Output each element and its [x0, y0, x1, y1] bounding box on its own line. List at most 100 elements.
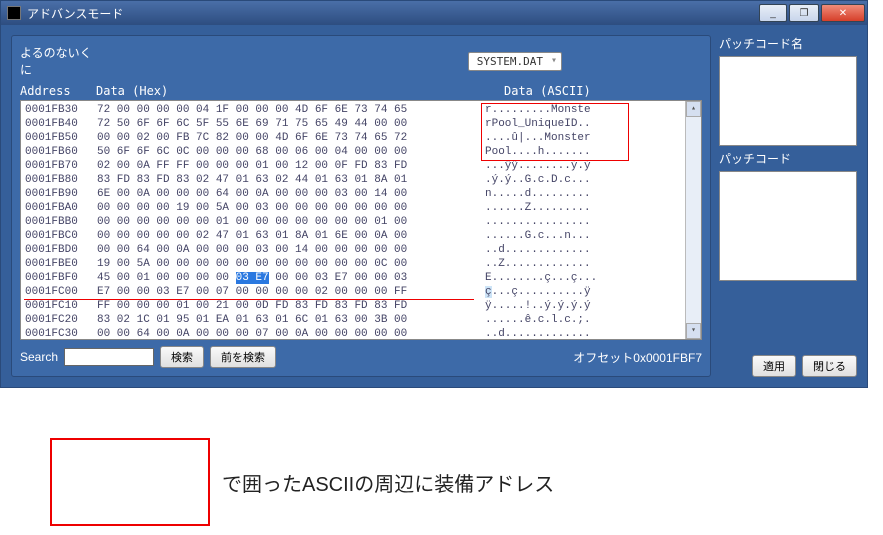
app-window: アドバンスモード _ ❐ ✕ よるのないくに SYSTEM.DAT Addres…: [0, 0, 868, 388]
scroll-down-button[interactable]: ▾: [686, 323, 701, 339]
hex-cell[interactable]: 19 00 5A 00 00 00 00 00 00 00 00 00 00 0…: [97, 257, 485, 271]
hex-cell[interactable]: 00 00 02 00 FB 7C 82 00 00 4D 6F 6E 73 7…: [97, 131, 485, 145]
apply-button[interactable]: 適用: [752, 355, 796, 377]
search-input[interactable]: [64, 348, 154, 366]
search-button[interactable]: 検索: [160, 346, 204, 368]
address-cell: 0001FB30: [25, 103, 97, 117]
ascii-cell[interactable]: E........ç...ç...: [485, 271, 697, 285]
scroll-up-button[interactable]: ▴: [686, 101, 701, 117]
patch-name-box[interactable]: [719, 56, 857, 146]
ascii-cell[interactable]: ......ê.c.l.c.;.: [485, 313, 697, 327]
address-cell: 0001FBB0: [25, 215, 97, 229]
ascii-cell[interactable]: rPool_UniqueID..: [485, 117, 697, 131]
red-underline: [24, 299, 474, 300]
hex-cell[interactable]: E7 00 00 03 E7 00 07 00 00 00 00 02 00 0…: [97, 285, 485, 299]
address-cell: 0001FB70: [25, 159, 97, 173]
window-title: アドバンスモード: [27, 5, 759, 22]
address-cell: 0001FC00: [25, 285, 97, 299]
app-icon: [7, 6, 21, 20]
ascii-cell[interactable]: ................: [485, 215, 697, 229]
address-cell: 0001FBF0: [25, 271, 97, 285]
ascii-cell[interactable]: ..Z.............: [485, 257, 697, 271]
hex-cell[interactable]: 72 00 00 00 00 04 1F 00 00 00 4D 6F 6E 7…: [97, 103, 485, 117]
ascii-cell[interactable]: ......G.c...n...: [485, 229, 697, 243]
ascii-cell[interactable]: ....û|...Monster: [485, 131, 697, 145]
hex-row[interactable]: 0001FB4072 50 6F 6F 6C 5F 55 6E 69 71 75…: [25, 117, 697, 131]
search-label: Search: [20, 350, 58, 364]
address-cell: 0001FC30: [25, 327, 97, 340]
ascii-cell[interactable]: Pool....h.......: [485, 145, 697, 159]
hex-row[interactable]: 0001FBC000 00 00 00 00 02 47 01 63 01 8A…: [25, 229, 697, 243]
hex-cell[interactable]: 83 02 1C 01 95 01 EA 01 63 01 6C 01 63 0…: [97, 313, 485, 327]
ascii-cell[interactable]: r.........Monste: [485, 103, 697, 117]
hex-row[interactable]: 0001FBA000 00 00 00 19 00 5A 00 03 00 00…: [25, 201, 697, 215]
ascii-cell[interactable]: .ý.ý..G.c.D.c...: [485, 173, 697, 187]
hex-row[interactable]: 0001FBD000 00 64 00 0A 00 00 00 03 00 14…: [25, 243, 697, 257]
ascii-cell[interactable]: n.....d.........: [485, 187, 697, 201]
hex-cell[interactable]: 00 00 00 00 00 00 01 00 00 00 00 00 00 0…: [97, 215, 485, 229]
main-panel: よるのないくに SYSTEM.DAT Address Data (Hex) Da…: [11, 35, 711, 377]
hex-row[interactable]: 0001FC3000 00 64 00 0A 00 00 00 07 00 0A…: [25, 327, 697, 340]
hex-row[interactable]: 0001FC00E7 00 00 03 E7 00 07 00 00 00 00…: [25, 285, 697, 299]
hex-cell[interactable]: 6E 00 0A 00 00 00 64 00 0A 00 00 00 03 0…: [97, 187, 485, 201]
ascii-cell[interactable]: ..d.............: [485, 327, 697, 340]
hex-cell[interactable]: 45 00 01 00 00 00 00 03 E7 00 00 03 E7 0…: [97, 271, 485, 285]
address-cell: 0001FC10: [25, 299, 97, 313]
close-button[interactable]: ✕: [821, 4, 865, 22]
ascii-cell[interactable]: ......Z.........: [485, 201, 697, 215]
hex-cell[interactable]: 00 00 00 00 19 00 5A 00 03 00 00 00 00 0…: [97, 201, 485, 215]
maximize-button[interactable]: ❐: [789, 4, 819, 22]
address-cell: 0001FBD0: [25, 243, 97, 257]
annotation-text: で囲ったASCIIの周辺に装備アドレス: [222, 468, 554, 497]
ascii-cell[interactable]: ..d.............: [485, 243, 697, 257]
hex-cell[interactable]: FF 00 00 00 01 00 21 00 0D FD 83 FD 83 F…: [97, 299, 485, 313]
ascii-cell[interactable]: ÿ.....!..ý.ý.ý.ý: [485, 299, 697, 313]
minimize-button[interactable]: _: [759, 4, 787, 22]
hex-row[interactable]: 0001FB906E 00 0A 00 00 00 64 00 0A 00 00…: [25, 187, 697, 201]
close-panel-button[interactable]: 閉じる: [802, 355, 857, 377]
search-prev-button[interactable]: 前を検索: [210, 346, 276, 368]
hex-row[interactable]: 0001FB8083 FD 83 FD 83 02 47 01 63 02 44…: [25, 173, 697, 187]
offset-display: オフセット0x0001FBF7: [573, 349, 702, 366]
hex-viewer[interactable]: 0001FB3072 00 00 00 00 04 1F 00 00 00 4D…: [20, 100, 702, 340]
patch-name-label: パッチコード名: [719, 35, 857, 52]
hex-cell[interactable]: 83 FD 83 FD 83 02 47 01 63 02 44 01 63 0…: [97, 173, 485, 187]
vertical-scrollbar[interactable]: ▴ ▾: [685, 101, 701, 339]
address-cell: 0001FBC0: [25, 229, 97, 243]
hex-row[interactable]: 0001FB6050 6F 6F 6C 0C 00 00 00 68 00 06…: [25, 145, 697, 159]
address-cell: 0001FBE0: [25, 257, 97, 271]
hex-row[interactable]: 0001FBB000 00 00 00 00 00 01 00 00 00 00…: [25, 215, 697, 229]
patch-code-label: パッチコード: [719, 150, 857, 167]
hex-cell[interactable]: 00 00 64 00 0A 00 00 00 07 00 0A 00 00 0…: [97, 327, 485, 340]
side-panel: パッチコード名 パッチコード 適用 閉じる: [719, 35, 857, 377]
patch-code-box[interactable]: [719, 171, 857, 281]
hex-cell[interactable]: 00 00 64 00 0A 00 00 00 03 00 14 00 00 0…: [97, 243, 485, 257]
hex-cell[interactable]: 72 50 6F 6F 6C 5F 55 6E 69 71 75 65 49 4…: [97, 117, 485, 131]
col-ascii: Data (ASCII): [504, 84, 591, 98]
hex-row[interactable]: 0001FC10FF 00 00 00 01 00 21 00 0D FD 83…: [25, 299, 697, 313]
titlebar[interactable]: アドバンスモード _ ❐ ✕: [1, 1, 867, 25]
annotation-row: で囲ったASCIIの周辺に装備アドレス: [0, 438, 883, 526]
hex-selection[interactable]: 03 E7: [236, 272, 269, 284]
ascii-cell[interactable]: ...ÿÿ........ý.ý: [485, 159, 697, 173]
file-dropdown[interactable]: SYSTEM.DAT: [468, 52, 562, 71]
address-cell: 0001FB90: [25, 187, 97, 201]
hex-cell[interactable]: 02 00 0A FF FF 00 00 00 01 00 12 00 0F F…: [97, 159, 485, 173]
red-empty-box: [50, 438, 210, 526]
panel-title: よるのないくに: [20, 44, 100, 78]
hex-cell[interactable]: 00 00 00 00 00 02 47 01 63 01 8A 01 6E 0…: [97, 229, 485, 243]
address-cell: 0001FBA0: [25, 201, 97, 215]
hex-row[interactable]: 0001FBE019 00 5A 00 00 00 00 00 00 00 00…: [25, 257, 697, 271]
ascii-cell[interactable]: ç...ç..........ÿ: [485, 285, 697, 299]
hex-row[interactable]: 0001FB5000 00 02 00 FB 7C 82 00 00 4D 6F…: [25, 131, 697, 145]
hex-row[interactable]: 0001FB3072 00 00 00 00 04 1F 00 00 00 4D…: [25, 103, 697, 117]
address-cell: 0001FB50: [25, 131, 97, 145]
address-cell: 0001FB80: [25, 173, 97, 187]
hex-row[interactable]: 0001FBF045 00 01 00 00 00 00 03 E7 00 00…: [25, 271, 697, 285]
address-cell: 0001FB60: [25, 145, 97, 159]
address-cell: 0001FC20: [25, 313, 97, 327]
hex-row[interactable]: 0001FC2083 02 1C 01 95 01 EA 01 63 01 6C…: [25, 313, 697, 327]
col-hex: Data (Hex): [96, 84, 504, 98]
hex-row[interactable]: 0001FB7002 00 0A FF FF 00 00 00 01 00 12…: [25, 159, 697, 173]
hex-cell[interactable]: 50 6F 6F 6C 0C 00 00 00 68 00 06 00 04 0…: [97, 145, 485, 159]
